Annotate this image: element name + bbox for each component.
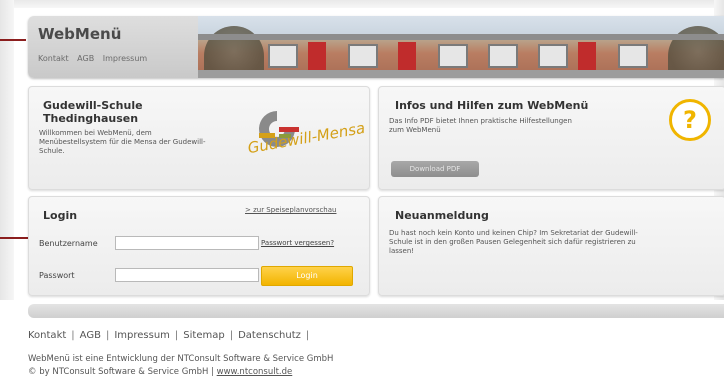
footer-website-link[interactable]: www.ntconsult.de bbox=[217, 367, 293, 377]
info-title: Infos und Hilfen zum WebMenü bbox=[395, 99, 589, 112]
username-input[interactable] bbox=[115, 236, 259, 250]
content-divider-bar bbox=[28, 304, 724, 318]
info-description: Das Info PDF bietet Ihnen praktische Hil… bbox=[389, 117, 572, 134]
help-icon: ? bbox=[669, 99, 711, 141]
footer-link-kontakt[interactable]: Kontakt bbox=[28, 330, 66, 341]
top-nav-impressum[interactable]: Impressum bbox=[103, 54, 147, 63]
registration-panel: Neuanmeldung Du hast noch kein Konto und… bbox=[378, 196, 724, 296]
footer-link-datenschutz[interactable]: Datenschutz bbox=[238, 330, 301, 341]
school-title: Gudewill-Schule Thedinghausen bbox=[43, 99, 143, 125]
registration-title: Neuanmeldung bbox=[395, 209, 489, 222]
callout-line-header bbox=[0, 39, 26, 41]
footer-nav: Kontakt | AGB | Impressum | Sitemap | Datenschut… bbox=[28, 330, 310, 341]
school-panel: Gudewill-Schule Thedinghausen Willkommen… bbox=[28, 86, 370, 190]
footer-link-agb[interactable]: AGB bbox=[80, 330, 101, 341]
password-label: Passwort bbox=[39, 271, 75, 280]
top-nav-kontakt[interactable]: Kontakt bbox=[38, 54, 69, 63]
login-title: Login bbox=[43, 209, 78, 222]
download-pdf-button[interactable]: Download PDF bbox=[391, 161, 479, 177]
site-title: WebMenü bbox=[38, 25, 122, 43]
site-header: WebMenü Kontakt AGB Impressum bbox=[28, 16, 724, 78]
top-nav: Kontakt AGB Impressum bbox=[38, 54, 153, 63]
username-label: Benutzername bbox=[39, 239, 98, 248]
footer-link-sitemap[interactable]: Sitemap bbox=[183, 330, 224, 341]
footer-copyright: © by NTConsult Software & Service GmbH |… bbox=[28, 367, 293, 377]
info-panel: Infos und Hilfen zum WebMenü Das Info PD… bbox=[378, 86, 724, 190]
password-input[interactable] bbox=[115, 268, 259, 282]
top-nav-agb[interactable]: AGB bbox=[77, 54, 94, 63]
menu-preview-link[interactable]: > zur Speiseplanvorschau bbox=[245, 206, 336, 214]
login-button[interactable]: Login bbox=[261, 266, 353, 286]
window-top-edge bbox=[0, 0, 724, 8]
footer-credit: WebMenü ist eine Entwicklung der NTConsu… bbox=[28, 354, 334, 364]
footer-link-impressum[interactable]: Impressum bbox=[114, 330, 170, 341]
registration-description: Du hast noch kein Konto und keinen Chip?… bbox=[389, 229, 638, 255]
login-panel: Login > zur Speiseplanvorschau Benutzern… bbox=[28, 196, 370, 296]
school-building-photo bbox=[198, 16, 724, 78]
school-description: Willkommen bei WebMenü, dem Menübestells… bbox=[39, 129, 206, 155]
window-left-edge bbox=[0, 0, 14, 300]
forgot-password-link[interactable]: Passwort vergessen? bbox=[261, 239, 334, 247]
